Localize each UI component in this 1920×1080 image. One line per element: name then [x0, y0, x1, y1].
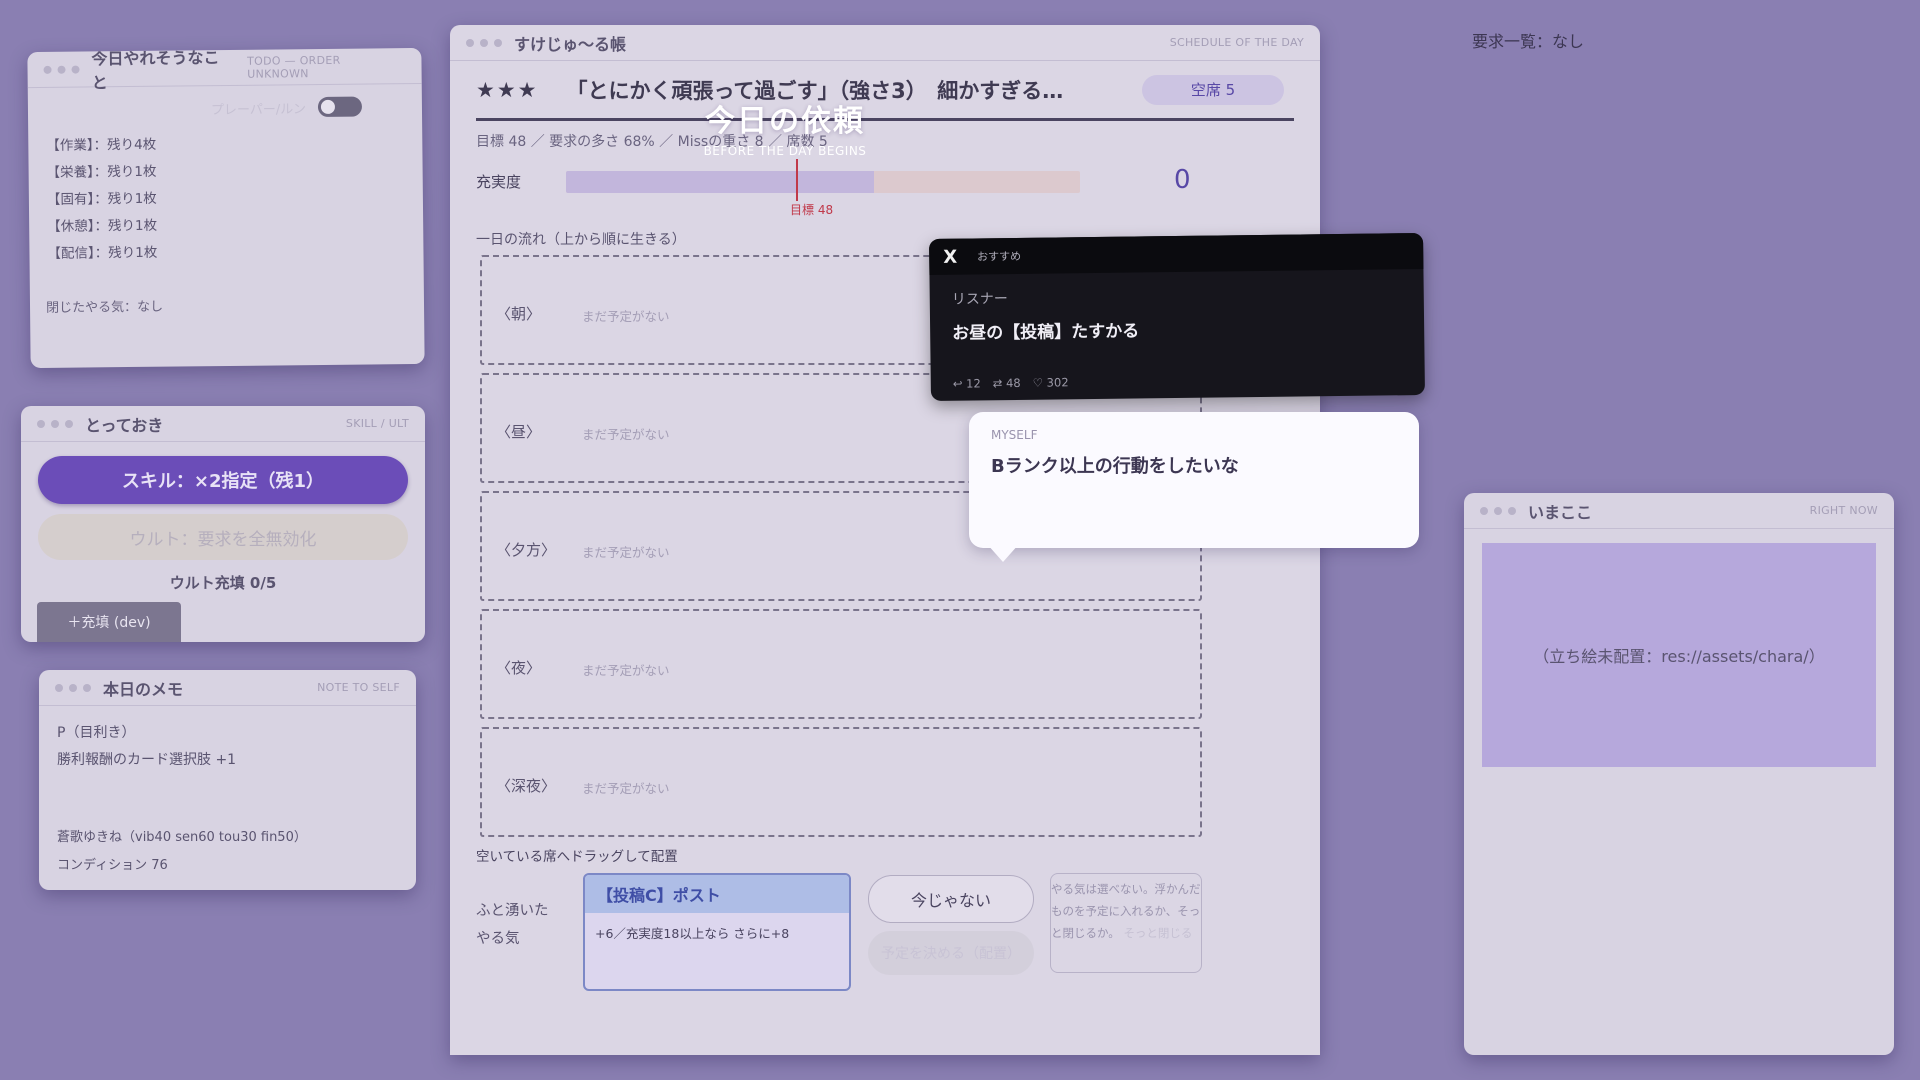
x-logo-icon: X [943, 246, 958, 268]
goal-text: 「とにかく頑張って過ごす」（強さ3） 細かすぎる… [566, 78, 1064, 103]
discard-action: そっと閉じる [1123, 926, 1193, 940]
slot-name: 〈昼〉 [496, 423, 542, 441]
tweet-header: X おすすめ [929, 232, 1424, 276]
impulse-row: ふと湧いた やる気 【投稿C】ポスト +6／充実度18以上なら さらに+8 今じ… [450, 873, 1320, 1003]
schedule-panel-title: すけじゅ〜る帳 [514, 34, 627, 54]
slot-empty-text: まだ予定がない [582, 781, 670, 796]
now-panel-header: いまここ RIGHT NOW [1464, 493, 1894, 529]
todo-panel-subtitle: TODO — ORDER UNKNOWN [246, 53, 341, 81]
skill-panel-header: とっておき SKILL / ULT [21, 406, 425, 442]
bubble-text: Bランク以上の行動をしたいな [991, 456, 1239, 477]
list-item: 【固有】：残り1枚 [46, 190, 157, 208]
skill-panel-title: とっておき [85, 415, 164, 435]
like-count: ♡ 302 [1032, 375, 1069, 390]
impulse-label-line: ふと湧いた [476, 903, 549, 919]
character-stats: 蒼歌ゆきね（vib40 sen60 tou30 fin50） [57, 830, 307, 845]
slot-empty-text: まだ予定がない [582, 663, 670, 678]
tweet-stats: ↩ 12 ⇄ 48 ♡ 302 [953, 375, 1069, 390]
speech-bubble: MYSELF Bランク以上の行動をしたいな [969, 412, 1419, 562]
drag-hint: 空いている席へドラッグして配置 [476, 849, 678, 865]
list-item: 【作業】：残り4枚 [46, 136, 157, 154]
action-card[interactable]: 【投稿C】ポスト +6／充実度18以上なら さらに+8 [583, 873, 851, 991]
todo-panel-title: 今日やれそうなこと [91, 47, 220, 92]
schedule-stats: 目標 48 ／ 要求の多さ 68% ／ Missの重さ 8 ／ 席数 5 [476, 134, 828, 150]
slot-late-night[interactable]: 〈深夜〉 まだ予定がない [480, 727, 1202, 837]
card-desc: +6／充実度18以上なら さらに+8 [595, 926, 790, 941]
tweet-tag: おすすめ [977, 249, 1022, 264]
memo-panel: 本日のメモ NOTE TO SELF P（目利き） 勝利報酬のカード選択肢 +1… [39, 670, 416, 890]
skill-panel: とっておき SKILL / ULT スキル：×2指定（残1） ウルト：要求を全無… [21, 406, 425, 642]
schedule-panel-subtitle: SCHEDULE OF THE DAY [1169, 36, 1304, 49]
target-marker-label: 目標 48 [790, 203, 834, 217]
impulse-label: ふと湧いた やる気 [476, 897, 549, 953]
fulfillment-value: 0 [1174, 165, 1191, 195]
target-marker [796, 159, 798, 201]
retweet-count: ⇄ 48 [992, 375, 1021, 391]
ult-button[interactable]: ウルト：要求を全無効化 [38, 514, 408, 560]
slot-name: 〈深夜〉 [496, 777, 557, 795]
todo-panel: 今日やれそうなこと TODO — ORDER UNKNOWN プレーパー/ルン … [27, 47, 425, 369]
character-portrait-placeholder: （立ち絵未配置：res://assets/chara/） [1482, 543, 1876, 767]
list-item: 【休憩】：残り1枚 [47, 217, 158, 235]
list-item: 【配信】：残り1枚 [47, 244, 158, 262]
slot-name: 〈夜〉 [496, 659, 542, 677]
condition: コンディション 76 [57, 858, 168, 873]
memo-panel-header: 本日のメモ NOTE TO SELF [39, 670, 416, 706]
tweet-text: お昼の【投稿】たすかる [952, 321, 1140, 344]
window-dots [466, 38, 502, 47]
impulse-label-line: やる気 [476, 931, 520, 947]
slot-empty-text: まだ予定がない [582, 545, 670, 560]
slot-empty-text: まだ予定がない [582, 309, 670, 324]
closed-motivation: 閉じたやる気：なし [45, 299, 164, 316]
skill-button[interactable]: スキル：×2指定（残1） [38, 456, 408, 504]
memo-panel-subtitle: NOTE TO SELF [317, 681, 400, 694]
tweet-card: X おすすめ リスナー お昼の【投稿】たすかる ↩ 12 ⇄ 48 ♡ 302 [929, 232, 1425, 402]
slot-name: 〈夕方〉 [496, 541, 557, 559]
preview-toggle[interactable] [317, 96, 363, 118]
requests-list: 要求一覧：なし [1472, 32, 1585, 51]
todo-panel-header: 今日やれそうなこと TODO — ORDER UNKNOWN [27, 47, 422, 92]
not-now-button[interactable]: 今じゃない [868, 875, 1034, 923]
skill-panel-subtitle: SKILL / ULT [345, 417, 409, 430]
toggle-label: プレーパー/ルン [210, 101, 307, 118]
reply-count: ↩ 12 [952, 376, 981, 391]
todo-list: 【作業】：残り4枚 【栄養】：残り1枚 【固有】：残り1枚 【休憩】：残り1枚 … [28, 116, 424, 283]
memo-footer: 蒼歌ゆきね（vib40 sen60 tou30 fin50） コンディション 7… [57, 824, 307, 880]
place-button[interactable]: 予定を決める（配置） [868, 931, 1034, 975]
schedule-panel-header: すけじゅ〜る帳 SCHEDULE OF THE DAY [450, 25, 1320, 61]
window-dots [55, 683, 91, 692]
fulfillment-row: 充実度 目標 48 0 [450, 159, 1320, 217]
fulfillment-label: 充実度 [476, 173, 522, 191]
memo-line: 勝利報酬のカード選択肢 +1 [57, 752, 237, 768]
discard-zone[interactable]: やる気は選べない。浮かんだものを予定に入れるか、そっと閉じるか。 そっと閉じる [1050, 873, 1202, 973]
window-dots [1480, 506, 1516, 515]
window-dots [37, 419, 73, 428]
now-panel: いまここ RIGHT NOW （立ち絵未配置：res://assets/char… [1464, 493, 1894, 1055]
memo-line: P（目利き） [57, 725, 136, 741]
fulfillment-bar-fill [566, 171, 875, 193]
difficulty-stars: ★★★ [476, 77, 539, 102]
list-item: 【栄養】：残り1枚 [46, 163, 157, 181]
seats-badge: 空席 5 [1142, 74, 1284, 105]
card-title: 【投稿C】ポスト [585, 875, 849, 913]
goal-row: ★★★ 「とにかく頑張って過ごす」（強さ3） 細かすぎる… 空席 5 [476, 61, 1294, 121]
window-dots [43, 65, 80, 74]
memo-panel-title: 本日のメモ [103, 679, 184, 699]
now-panel-subtitle: RIGHT NOW [1809, 504, 1878, 517]
fulfillment-bar [566, 171, 1080, 193]
slot-empty-text: まだ予定がない [582, 427, 670, 442]
dev-charge-button[interactable]: ＋充填 (dev) [37, 602, 181, 642]
memo-body: P（目利き） 勝利報酬のカード選択肢 +1 [39, 706, 416, 788]
slot-name: 〈朝〉 [496, 305, 542, 323]
now-panel-title: いまここ [1528, 502, 1593, 522]
slot-night[interactable]: 〈夜〉 まだ予定がない [480, 609, 1202, 719]
ult-gauge: ウルト充填 0/5 [169, 574, 277, 592]
bubble-speaker: MYSELF [991, 428, 1038, 442]
